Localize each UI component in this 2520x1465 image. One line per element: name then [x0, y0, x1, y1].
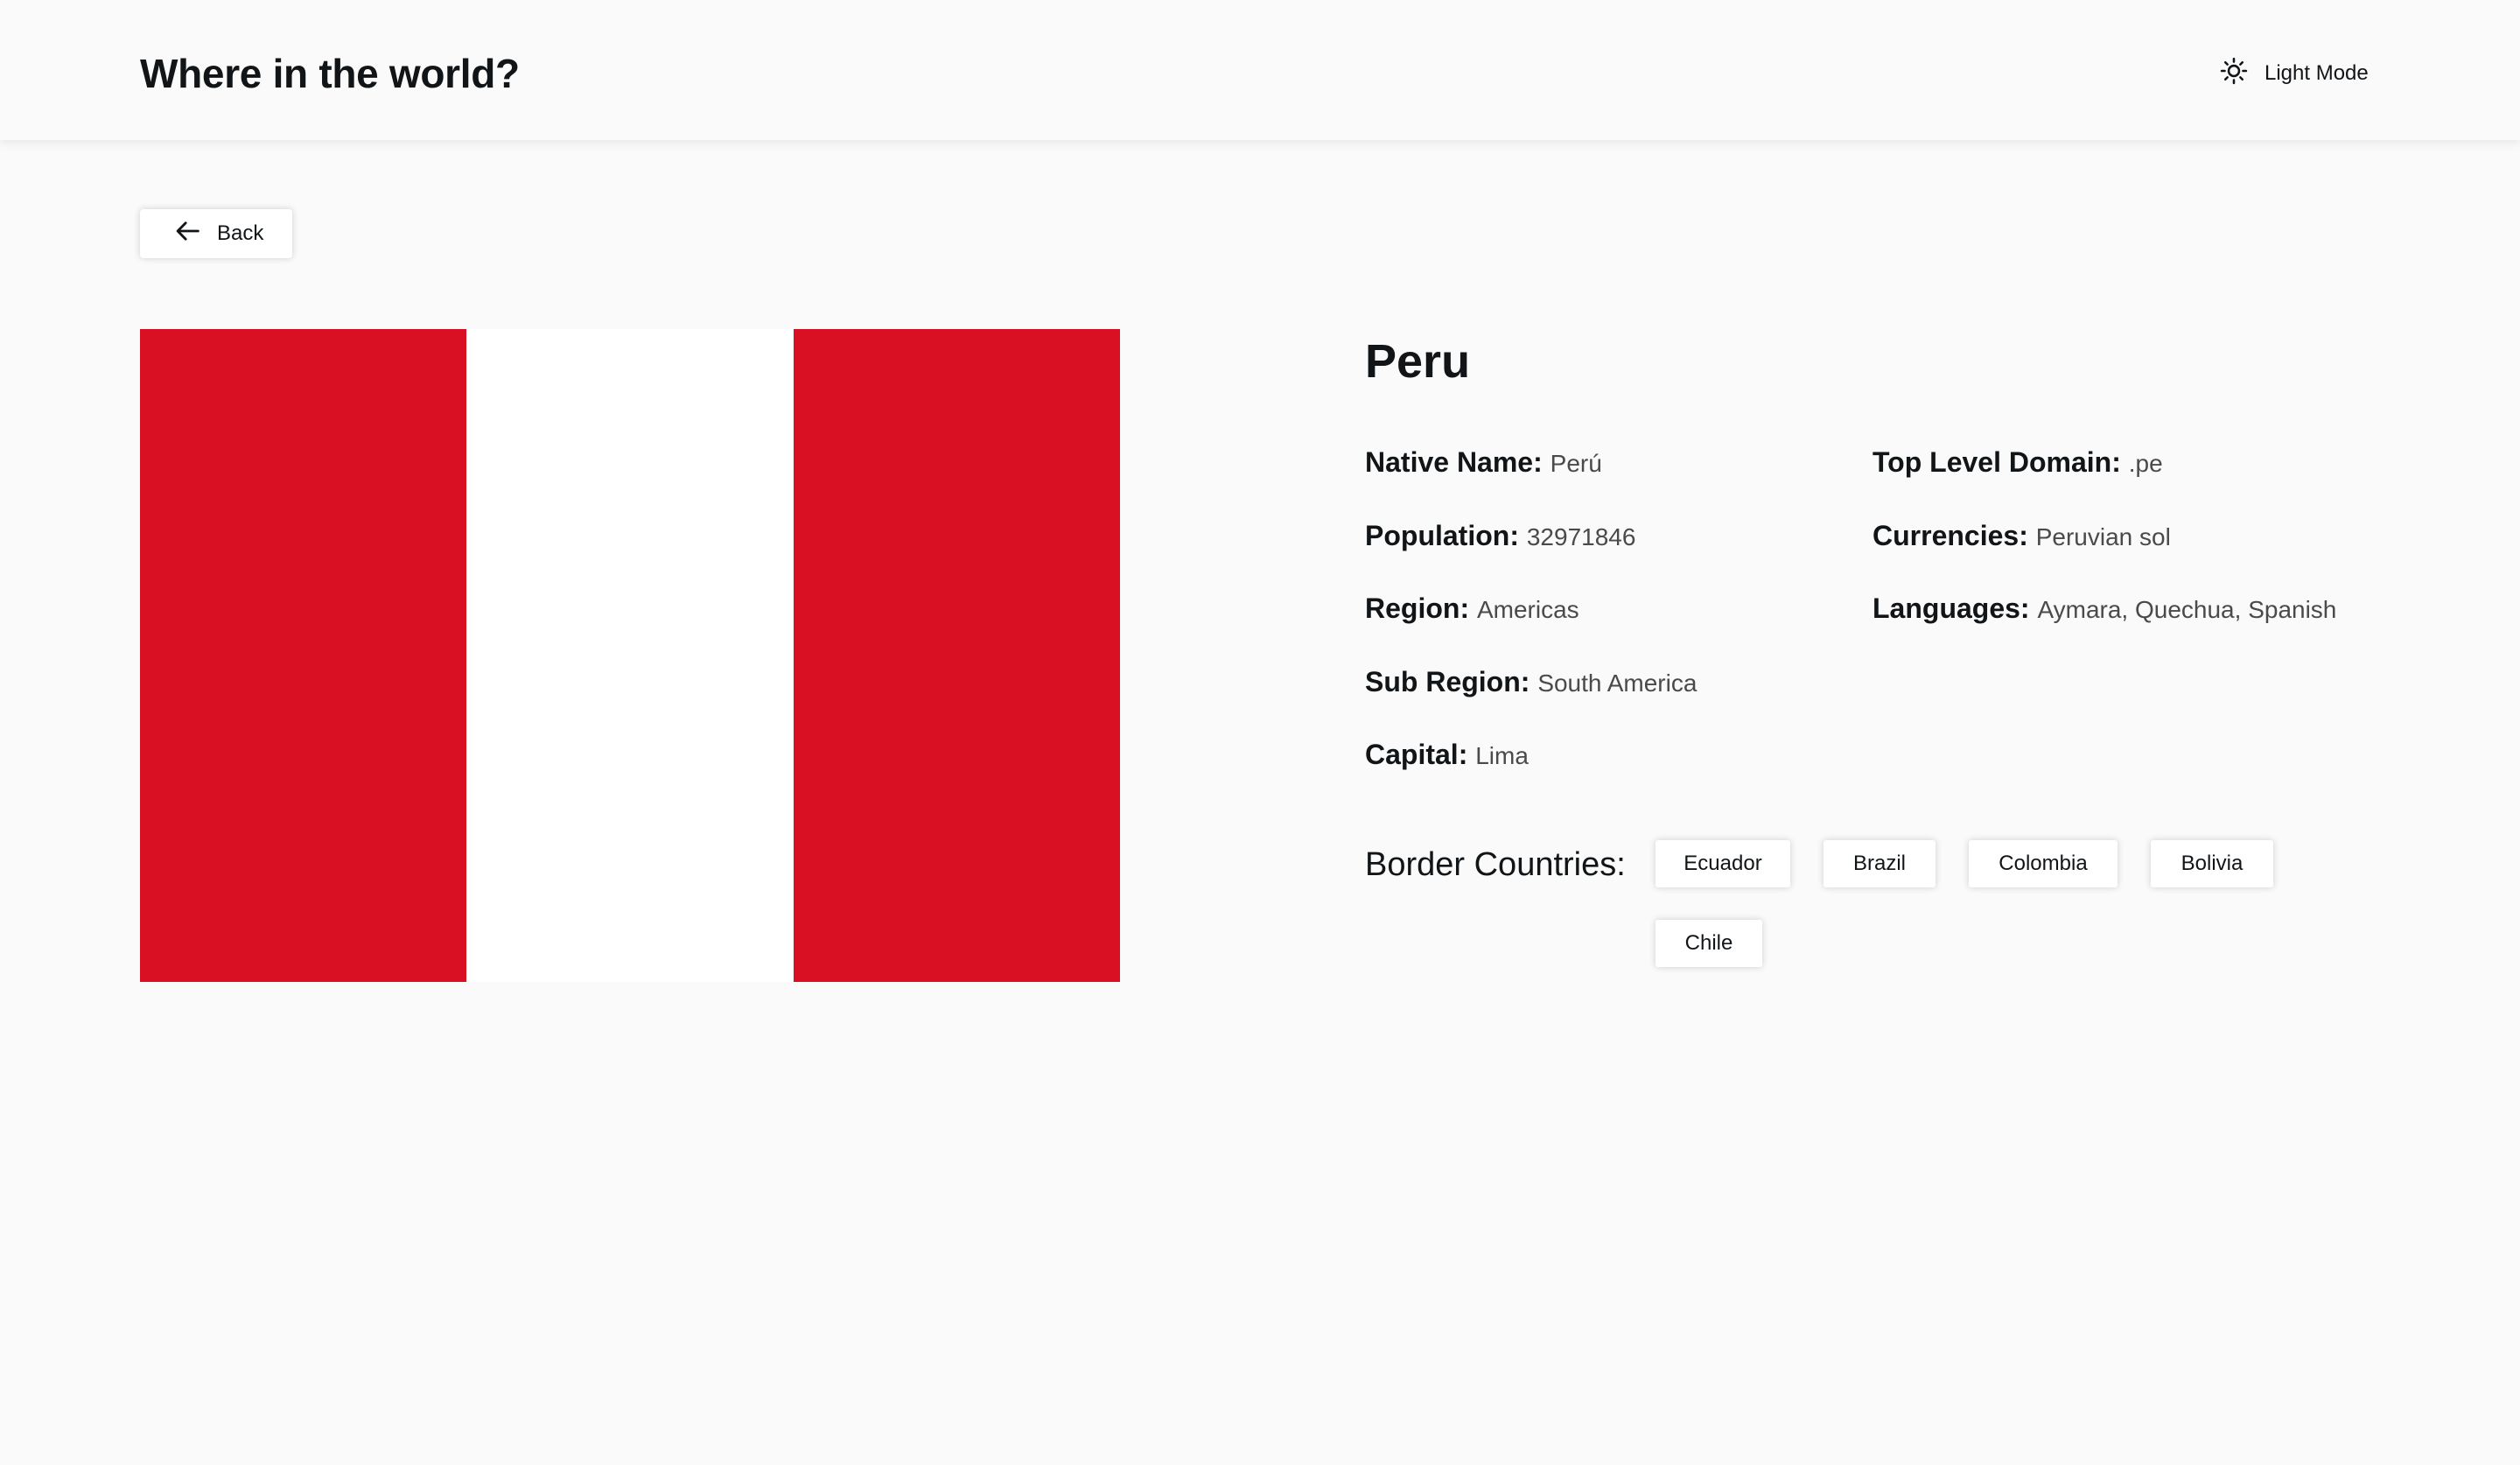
border-country-chip[interactable]: Bolivia: [2151, 840, 2273, 887]
arrow-left-icon: [173, 216, 203, 252]
detail-value: Americas: [1476, 596, 1579, 623]
back-button[interactable]: Back: [140, 209, 292, 258]
detail-value: Aymara, Quechua, Spanish: [2037, 596, 2337, 623]
detail-label: Languages:: [1872, 592, 2030, 624]
detail-label: Sub Region:: [1365, 665, 1530, 697]
detail-native-name: Native Name: Perú: [1365, 443, 1697, 516]
detail-value: Lima: [1475, 742, 1529, 769]
detail-value: 32971846: [1526, 522, 1636, 550]
detail-languages: Languages: Aymara, Quechua, Spanish: [1872, 589, 2336, 662]
flag-stripe-right: [793, 329, 1120, 982]
detail-value: Perú: [1550, 450, 1602, 477]
detail-top-level-domain: Top Level Domain: .pe: [1872, 443, 2336, 516]
detail-capital: Capital: Lima: [1365, 735, 1697, 809]
detail-label: Population:: [1365, 519, 1519, 551]
detail-currencies: Currencies: Peruvian sol: [1872, 516, 2336, 590]
sun-icon: [2219, 56, 2249, 92]
border-country-chip[interactable]: Brazil: [1824, 840, 1936, 887]
detail-value: .pe: [2128, 450, 2163, 477]
detail-sub-region: Sub Region: South America: [1365, 662, 1697, 736]
detail-label: Region:: [1365, 592, 1470, 624]
flag-stripe-middle: [466, 329, 794, 982]
detail-region: Region: Americas: [1365, 589, 1697, 662]
details-right-column: Top Level Domain: .pe Currencies: Peruvi…: [1872, 443, 2336, 662]
theme-toggle-label: Light Mode: [2264, 61, 2369, 85]
detail-label: Native Name:: [1365, 446, 1543, 478]
border-countries-label: Border Countries:: [1365, 846, 1626, 883]
border-country-chip[interactable]: Chile: [1656, 920, 1762, 967]
detail-population: Population: 32971846: [1365, 516, 1697, 590]
border-country-chip[interactable]: Ecuador: [1656, 840, 1790, 887]
app-header: Where in the world? Light Mode: [0, 0, 2520, 140]
app-title: Where in the world?: [140, 51, 520, 96]
back-button-label: Back: [217, 221, 264, 245]
theme-toggle-button[interactable]: Light Mode: [2219, 56, 2369, 92]
flag-stripe-left: [140, 329, 467, 982]
detail-value: Peruvian sol: [2035, 522, 2171, 550]
detail-label: Capital:: [1365, 739, 1468, 770]
country-flag: [140, 329, 1120, 982]
detail-label: Top Level Domain:: [1872, 446, 2121, 478]
detail-label: Currencies:: [1872, 519, 2028, 551]
border-country-chip[interactable]: Colombia: [1969, 840, 2118, 887]
detail-value: South America: [1537, 669, 1698, 697]
country-name: Peru: [1365, 335, 1471, 388]
details-left-column: Native Name: Perú Population: 32971846 R…: [1365, 443, 1697, 809]
